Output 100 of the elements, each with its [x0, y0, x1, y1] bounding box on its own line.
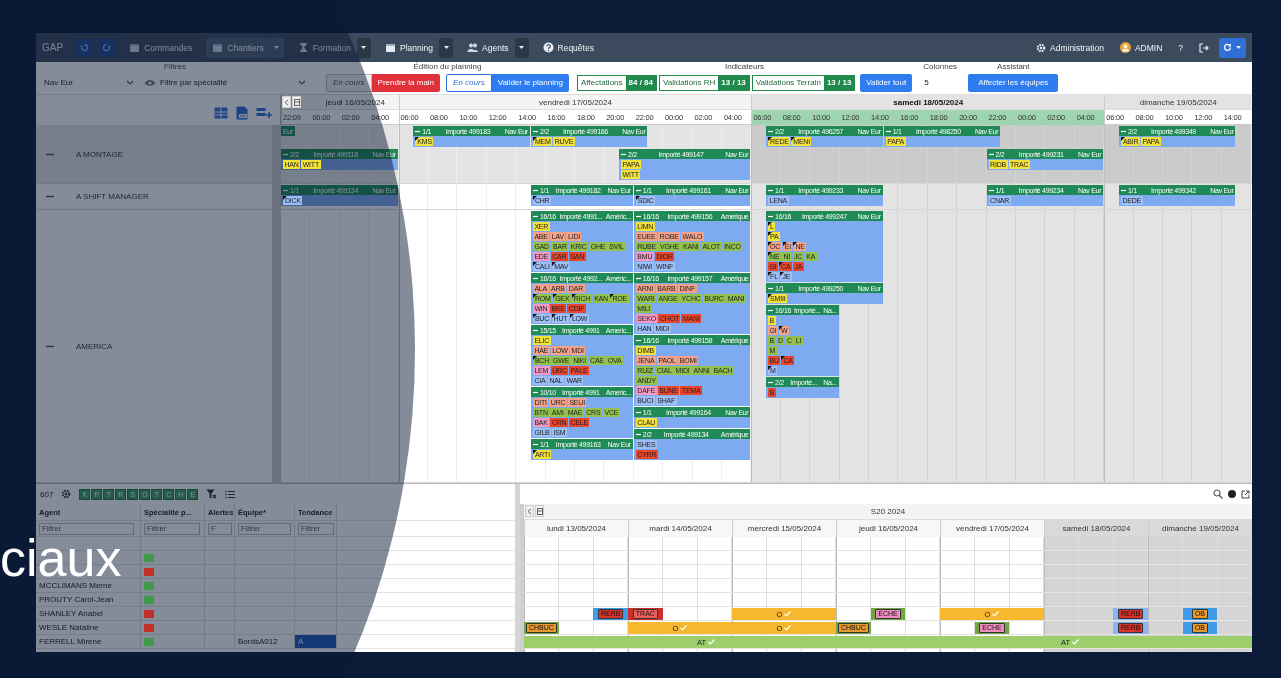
collapse-icon[interactable] — [532, 328, 538, 332]
day-header: samedi 18/05/2024 — [751, 95, 1105, 109]
collapse-icon[interactable] — [532, 276, 538, 280]
collapse-icon[interactable] — [635, 214, 641, 218]
collapse-icon[interactable] — [635, 410, 641, 414]
caret-icon — [273, 44, 281, 51]
calendar-icon — [384, 42, 396, 53]
collapse-icon[interactable] — [768, 380, 774, 384]
administration-link[interactable]: Administration — [1030, 37, 1110, 58]
undo-icon — [79, 43, 89, 52]
grid-icon — [536, 507, 543, 515]
collapse-icon[interactable] — [283, 188, 288, 192]
indicator-value: 84 / 84 — [625, 75, 656, 90]
dropdown-caret-button[interactable] — [514, 37, 529, 58]
external-link-icon[interactable] — [1241, 489, 1250, 499]
collapse-icon[interactable] — [46, 152, 54, 156]
collapse-icon[interactable] — [1120, 129, 1126, 133]
add-rows-icon[interactable] — [256, 107, 272, 119]
dropdown-caret-button[interactable] — [356, 37, 371, 58]
collapse-icon[interactable] — [532, 390, 538, 394]
nav-tab[interactable]: Formation — [291, 37, 357, 58]
collapse-icon[interactable] — [768, 129, 774, 133]
settings-icon[interactable] — [61, 489, 72, 499]
nav-tab[interactable]: Requêtes — [536, 37, 600, 58]
collapse-icon[interactable] — [635, 188, 641, 192]
calendar-button[interactable] — [535, 505, 544, 517]
nav-tab[interactable]: Agents — [461, 37, 515, 58]
collapse-icon[interactable] — [635, 338, 641, 342]
collapse-icon[interactable] — [621, 152, 627, 156]
collapse-icon[interactable] — [532, 442, 538, 446]
nav-tab[interactable]: Chantiers — [206, 37, 270, 58]
specialty-select[interactable]: Filtre par spécialité — [142, 74, 308, 91]
refresh-button[interactable] — [1219, 37, 1246, 58]
previous-button[interactable] — [525, 505, 534, 517]
group-legend: Indicateurs — [724, 62, 765, 72]
collapse-icon[interactable] — [532, 129, 538, 133]
team-name: BordsA012 — [238, 637, 278, 646]
table-icon[interactable] — [214, 107, 228, 119]
people-icon — [467, 42, 479, 53]
team-select[interactable]: Nav Eur — [42, 74, 136, 91]
collapse-icon[interactable] — [532, 188, 538, 192]
group-legend: Édition du planning — [413, 62, 482, 72]
collapse-icon[interactable] — [885, 129, 891, 133]
group-row[interactable]: AMERICA — [36, 210, 281, 483]
nav-tab[interactable]: Planning — [378, 37, 440, 58]
collapse-icon[interactable] — [46, 195, 54, 198]
day-header: vendredi 17/05/2024 — [940, 520, 1044, 537]
hourglass-icon — [297, 42, 309, 53]
chevron-icon — [298, 79, 306, 86]
list-icon[interactable] — [225, 489, 236, 499]
collapse-icon[interactable] — [283, 152, 288, 156]
user-menu[interactable]: ADMIN — [1113, 37, 1169, 58]
collapse-icon[interactable] — [988, 188, 994, 192]
check-icon — [680, 625, 688, 631]
collapse-icon[interactable] — [768, 308, 774, 312]
collapse-icon[interactable] — [768, 286, 774, 290]
collapse-icon[interactable] — [988, 152, 994, 156]
group-row[interactable]: A SHIFT MANAGER — [36, 184, 281, 210]
collapse-icon[interactable] — [415, 129, 421, 133]
nav-tab[interactable]: Commandes — [123, 37, 199, 58]
assign-teams-button[interactable]: Affecter les équipes — [968, 73, 1059, 92]
check-icon — [992, 611, 1000, 617]
grid-icon — [293, 98, 300, 106]
columns-field[interactable]: 5 — [920, 74, 961, 91]
redo-icon — [101, 43, 111, 52]
chevron-left-icon — [284, 98, 289, 106]
dropdown-caret-button[interactable] — [439, 37, 454, 58]
settings-icon — [1036, 42, 1046, 53]
undo-button[interactable] — [75, 38, 94, 57]
collapse-icon[interactable] — [635, 432, 641, 436]
app-brand: GAP — [42, 42, 64, 53]
document-icon[interactable] — [236, 106, 248, 120]
chevron-icon — [126, 79, 134, 86]
planning-button[interactable]: Valider le planning — [491, 73, 569, 92]
collapse-icon[interactable] — [46, 344, 54, 348]
collapse-icon[interactable] — [768, 214, 774, 218]
collapse-icon[interactable] — [1120, 188, 1126, 192]
previous-button[interactable] — [282, 96, 291, 108]
collapse-icon[interactable] — [768, 188, 774, 192]
indicator-label: Validations Terrain — [754, 78, 822, 87]
group-row[interactable]: A MONTAGE — [36, 125, 281, 184]
day-header: dimanche 19/05/2024 — [1148, 520, 1252, 537]
group-label: A MONTAGE — [76, 149, 123, 159]
redo-button[interactable] — [97, 38, 116, 57]
validate-all-button[interactable]: Valider tout — [860, 73, 913, 92]
day-header: mercredi 15/05/2024 — [732, 520, 836, 537]
help-button[interactable]: ? — [1172, 37, 1189, 58]
collapse-icon[interactable] — [532, 214, 538, 218]
calendar-icon — [212, 42, 224, 53]
agent-name: SHANLEY Anabel — [39, 609, 103, 618]
day-header: mardi 14/05/2024 — [628, 520, 732, 537]
notification-dot-icon — [1228, 490, 1236, 498]
search-icon[interactable] — [1213, 489, 1223, 499]
collapse-icon[interactable] — [635, 276, 641, 280]
day-header: jeudi 16/05/2024 — [836, 520, 940, 537]
planning-button[interactable]: En cours — [446, 73, 492, 92]
selected-cell[interactable]: A — [295, 635, 337, 648]
day-header: dimanche 19/05/2024 — [1104, 95, 1252, 109]
filter-clear-icon[interactable] — [206, 489, 218, 499]
planning-button[interactable]: Prendre la main — [371, 73, 441, 92]
